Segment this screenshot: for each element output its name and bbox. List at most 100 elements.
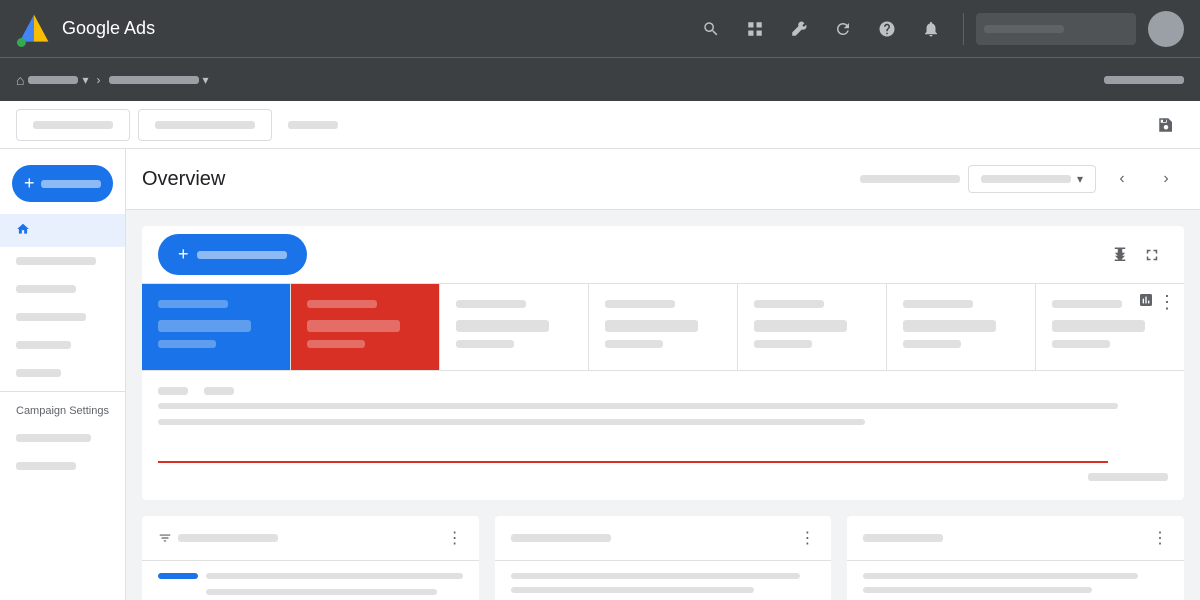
bottom-card-1-body [142, 561, 479, 600]
save-icon-btn[interactable] [1148, 107, 1184, 143]
more-icon[interactable]: ⋮ [1158, 292, 1176, 313]
sidebar-item-1[interactable] [0, 247, 125, 275]
next-btn[interactable]: › [1148, 161, 1184, 197]
card-3-title-area [863, 534, 1152, 542]
sidebar-item-campaign-settings[interactable]: Campaign Settings [0, 396, 125, 424]
metric-card-conv-rate[interactable]: ⋮ [1036, 284, 1184, 370]
search-bar-placeholder [984, 25, 1064, 33]
campaign-settings-label: Campaign Settings [16, 405, 109, 417]
metric-sub-placeholder-4 [605, 340, 663, 348]
top-nav-icons [691, 9, 1184, 49]
sidebar-item-7[interactable] [0, 452, 125, 480]
chart-lines [158, 403, 1168, 473]
breadcrumb-home[interactable]: ⌂ ▾ [16, 72, 89, 88]
sidebar-placeholder-3 [16, 313, 86, 321]
main-layout: + Campaign Settings [0, 149, 1200, 600]
plus-icon: + [178, 244, 189, 265]
chart-line-1 [158, 403, 1118, 409]
metric-card-ctr[interactable] [440, 284, 589, 370]
card-3-title-placeholder [863, 534, 943, 542]
date-range-label [155, 121, 255, 129]
metric-card-cpc[interactable] [589, 284, 738, 370]
metric-sub-placeholder-3 [456, 340, 514, 348]
sidebar-item-4[interactable] [0, 331, 125, 359]
new-campaign-btn[interactable]: + [158, 234, 307, 275]
breadcrumb-separator: › [97, 73, 101, 87]
new-campaign-label [41, 180, 101, 188]
metric-card-actions: ⋮ [1138, 292, 1176, 313]
metric-sub-placeholder-7 [1052, 340, 1110, 348]
metric-label-placeholder-4 [605, 300, 675, 308]
date-range-btn[interactable] [138, 109, 272, 141]
sidebar-item-6[interactable] [0, 424, 125, 452]
refresh-icon-btn[interactable] [823, 9, 863, 49]
help-icon-btn[interactable] [867, 9, 907, 49]
new-campaign-btn-label [197, 251, 287, 259]
download-icon-btn[interactable] [1104, 239, 1136, 271]
bottom-card-1-header: ⋮ [142, 516, 479, 561]
metrics-row: ⋮ [142, 283, 1184, 370]
sidebar-item-5[interactable] [0, 359, 125, 387]
card-1-menu-btn[interactable]: ⋮ [447, 528, 463, 548]
bottom-card-2-body [495, 561, 832, 600]
card-sub-rows [206, 589, 463, 600]
sidebar-item-2[interactable] [0, 275, 125, 303]
overview-section: + [142, 226, 1184, 500]
card-3-rows [863, 573, 1168, 600]
metric-sub-placeholder-5 [754, 340, 812, 348]
new-campaign-sidebar-btn[interactable]: + [12, 165, 113, 202]
all-campaigns-btn[interactable] [16, 109, 130, 141]
card-2-title-area [511, 534, 800, 542]
metric-label-placeholder-1 [158, 300, 228, 308]
metric-label-placeholder-7 [1052, 300, 1122, 308]
chart-bottom-label [1088, 473, 1168, 481]
metric-value-placeholder-1 [158, 320, 251, 332]
page-header-actions: ▾ ‹ › [860, 161, 1184, 197]
logo-area: Google Ads [16, 11, 176, 47]
chart-red-line [158, 461, 1108, 463]
overview-action-bar: + [142, 226, 1184, 283]
metric-value-placeholder-4 [605, 320, 698, 332]
breadcrumb-account-dropdown-icon: ▾ [203, 73, 209, 87]
sidebar-item-overview[interactable] [0, 214, 125, 247]
sidebar-placeholder-6 [16, 434, 91, 442]
metric-card-impressions [291, 284, 440, 370]
sidebar-placeholder-7 [16, 462, 76, 470]
main-toolbar [0, 101, 1200, 149]
plus-icon: + [24, 173, 35, 194]
card-3-row-1 [863, 573, 1137, 579]
sidebar-placeholder-1 [16, 257, 96, 265]
bottom-card-3: ⋮ [847, 516, 1184, 600]
chart-area [142, 370, 1184, 500]
card-sub-row-1 [206, 589, 437, 595]
legend-placeholder-1 [158, 387, 188, 395]
metric-value-placeholder-2 [307, 320, 400, 332]
metric-card-clicks [142, 284, 291, 370]
columns-link[interactable] [280, 118, 346, 132]
columns-label [288, 121, 338, 129]
search-icon-btn[interactable] [691, 9, 731, 49]
app-title: Google Ads [62, 18, 155, 39]
metric-card-cost[interactable] [738, 284, 887, 370]
grid-icon-btn[interactable] [735, 9, 775, 49]
bottom-card-3-body [847, 561, 1184, 600]
top-search-bar[interactable] [976, 13, 1136, 45]
chart-icon[interactable] [1138, 292, 1154, 313]
notifications-icon-btn[interactable] [911, 9, 951, 49]
date-selector[interactable]: ▾ [968, 165, 1096, 193]
card-2-menu-btn[interactable]: ⋮ [799, 528, 815, 548]
card-3-menu-btn[interactable]: ⋮ [1152, 528, 1168, 548]
tools-icon-btn[interactable] [779, 9, 819, 49]
breadcrumb-account[interactable]: ▾ [109, 73, 209, 87]
bottom-card-1: ⋮ [142, 516, 479, 600]
user-avatar[interactable] [1148, 11, 1184, 47]
breadcrumb-nav-right[interactable] [1104, 71, 1184, 89]
prev-btn[interactable]: ‹ [1104, 161, 1140, 197]
fullscreen-icon-btn[interactable] [1136, 239, 1168, 271]
legend-placeholder-2 [204, 387, 234, 395]
metric-value-placeholder-5 [754, 320, 847, 332]
card-1-title-area [158, 531, 447, 545]
sidebar-item-3[interactable] [0, 303, 125, 331]
card-row-1 [158, 573, 463, 579]
metric-card-conversions[interactable] [887, 284, 1036, 370]
